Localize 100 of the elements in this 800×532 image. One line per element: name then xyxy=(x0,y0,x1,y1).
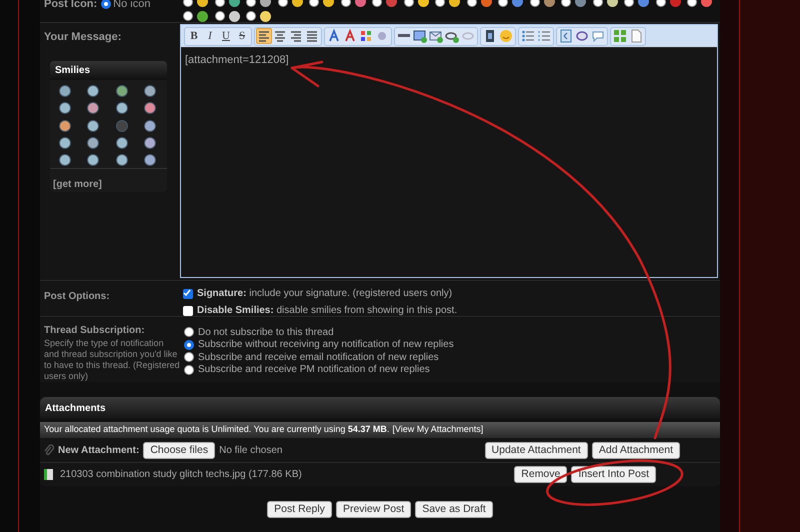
message-text: [attachment=121208] xyxy=(185,54,289,66)
field-label: New Attachment: xyxy=(58,444,140,458)
radio-button[interactable] xyxy=(530,0,540,7)
post-icon xyxy=(197,10,208,22)
radio-button[interactable] xyxy=(184,340,194,350)
image-file-icon xyxy=(44,469,53,480)
quota-text: Your allocated attachment usage quota is Unlimited. You are currently using 54.37 MB. xyxy=(44,423,390,436)
radio-button[interactable] xyxy=(624,0,634,7)
align-right-icon xyxy=(289,29,303,43)
smiley-icon[interactable] xyxy=(87,154,100,166)
radio-button[interactable] xyxy=(372,0,382,7)
radio-button[interactable] xyxy=(183,0,193,7)
radio-button[interactable] xyxy=(404,0,414,7)
document-icon xyxy=(629,29,643,43)
smiley-icon[interactable] xyxy=(116,136,128,149)
option-text: Disable Smilies: disable smilies from showing in this post. xyxy=(197,304,458,318)
italic-button[interactable]: I xyxy=(202,28,218,44)
panel-title: Attachments xyxy=(45,402,106,416)
smiley-icon[interactable] xyxy=(144,85,156,98)
smiley-icon[interactable] xyxy=(87,136,100,149)
radio-button[interactable] xyxy=(184,352,194,362)
radio-button[interactable] xyxy=(561,0,571,7)
field-label: Post Options: xyxy=(44,291,110,302)
underline-button[interactable]: U xyxy=(218,28,234,44)
checkbox[interactable] xyxy=(183,306,193,316)
smiley-icon[interactable] xyxy=(87,85,100,98)
radio-label: Subscribe and receive email notification of new replies xyxy=(198,350,439,364)
smiley-icon[interactable] xyxy=(59,85,71,98)
field-label: Thread Subscription: xyxy=(44,324,145,338)
color-palette-icon xyxy=(359,29,373,43)
radio-button[interactable] xyxy=(183,11,193,22)
code-icon xyxy=(559,29,573,43)
font-size-icon xyxy=(343,29,357,43)
help-text: Specify the type of notification and thread subscription you'd like to have to this thread. (Registered users only) xyxy=(44,338,180,382)
radio-button[interactable] xyxy=(498,0,508,7)
smiley-icon[interactable] xyxy=(144,120,156,132)
radio-button[interactable] xyxy=(184,327,194,338)
radio-button[interactable] xyxy=(309,0,319,7)
file-name: 210303 combination study glitch techs.jpg (177.86 KB) xyxy=(60,468,302,482)
button[interactable]: Choose files xyxy=(143,442,216,458)
quote-icon xyxy=(575,29,589,43)
radio-button[interactable] xyxy=(466,0,476,7)
code-button[interactable] xyxy=(558,28,574,44)
numbered-list-button[interactable] xyxy=(536,28,552,44)
smiley-icon[interactable] xyxy=(116,102,128,114)
highlight-icon xyxy=(375,29,389,43)
radio-button[interactable] xyxy=(656,0,666,7)
bullet-list-button[interactable] xyxy=(520,28,536,44)
button[interactable]: Remove xyxy=(514,466,568,483)
email-icon xyxy=(429,29,443,43)
justify-icon xyxy=(305,29,319,43)
numbered-list-icon xyxy=(537,29,551,43)
button[interactable]: Add Attachment xyxy=(592,442,680,458)
grid-icon xyxy=(613,29,627,43)
radio-button[interactable] xyxy=(278,0,288,7)
smiley-icon[interactable] xyxy=(59,120,71,132)
speech-bubble-icon xyxy=(591,29,605,43)
smiley-icon[interactable] xyxy=(87,102,100,114)
button[interactable]: Insert Into Post xyxy=(571,466,656,483)
color-palette-button[interactable] xyxy=(358,28,374,44)
option-text: Signature: include your signature. (registered users only) xyxy=(197,287,452,301)
radio-button[interactable] xyxy=(184,364,194,375)
smiley-icon[interactable] xyxy=(144,154,156,166)
button[interactable]: Save as Draft xyxy=(415,501,493,518)
radio-button[interactable] xyxy=(214,0,224,7)
radio-button[interactable] xyxy=(214,11,224,22)
smiley-icon xyxy=(499,29,513,43)
radio-button[interactable] xyxy=(592,0,602,7)
smiley-icon[interactable] xyxy=(87,120,100,132)
smiley-icon[interactable] xyxy=(59,154,71,166)
align-center-icon xyxy=(273,29,287,43)
bold-button[interactable]: B xyxy=(186,28,202,44)
radio-button[interactable] xyxy=(246,11,256,22)
radio-label: Do not subscribe to this thread xyxy=(198,326,334,340)
post-icon xyxy=(228,10,240,22)
image-icon xyxy=(413,29,427,43)
button[interactable]: Post Reply xyxy=(267,501,332,518)
smiley-icon[interactable] xyxy=(116,85,128,98)
strikethrough-button[interactable]: S xyxy=(234,28,250,44)
radio-label: Subscribe and receive PM notification of new replies xyxy=(198,363,430,378)
font-icon xyxy=(327,29,341,43)
smiley-icon[interactable] xyxy=(59,136,71,149)
get-more-link[interactable]: [get more] xyxy=(50,168,102,192)
button[interactable]: Update Attachment xyxy=(484,442,588,458)
post-icon xyxy=(260,10,271,22)
radio-label: Subscribe without receiving any notification of new replies xyxy=(198,338,454,352)
radio-button[interactable] xyxy=(687,0,697,7)
radio-button[interactable] xyxy=(340,0,350,7)
radio-button[interactable] xyxy=(101,0,112,10)
view-attachments-link[interactable]: [View My Attachments] xyxy=(392,423,484,437)
checkbox[interactable] xyxy=(183,288,193,298)
smiley-icon[interactable] xyxy=(144,136,156,149)
smiley-icon[interactable] xyxy=(144,102,156,114)
image-button[interactable] xyxy=(412,28,428,44)
smiley-icon[interactable] xyxy=(59,102,71,114)
align-left-button[interactable] xyxy=(256,28,272,44)
radio-button[interactable] xyxy=(435,0,445,7)
button[interactable]: Preview Post xyxy=(336,501,412,518)
radio-button[interactable] xyxy=(246,0,256,7)
smiley-icon[interactable] xyxy=(116,154,128,166)
